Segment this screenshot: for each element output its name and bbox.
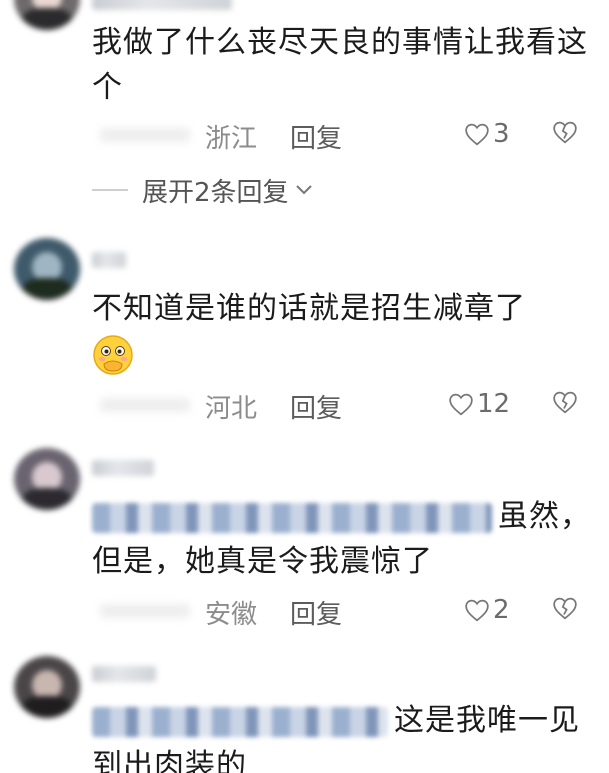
- location-label: 河北: [205, 394, 258, 424]
- timestamp-blurred: [100, 604, 190, 618]
- location-label: 浙江: [205, 124, 258, 154]
- like-count: 3: [493, 119, 510, 149]
- like-button[interactable]: 3: [464, 116, 510, 152]
- expand-replies-button[interactable]: 展开2条回复: [92, 172, 313, 208]
- avatar[interactable]: [14, 0, 80, 30]
- comment-item: 不知道是谁的话就是招生减章了 河北 回复 12: [0, 230, 609, 440]
- comment-meta: 安徽 回复 2: [92, 592, 592, 632]
- comment-list: 我做了什么丧尽天良的事情让我看这个 浙江 回复 3 展开2条回复 不知道是谁的话…: [0, 0, 609, 773]
- divider: [92, 189, 128, 191]
- avatar[interactable]: [14, 448, 80, 510]
- username-blurred[interactable]: [92, 252, 126, 268]
- comment-meta: 浙江 回复 3: [92, 116, 592, 156]
- avatar[interactable]: [14, 656, 80, 718]
- broken-heart-icon[interactable]: [552, 596, 578, 620]
- avatar[interactable]: [14, 238, 80, 300]
- comment-text: 不知道是谁的话就是招生减章了: [92, 291, 526, 326]
- reply-button[interactable]: 回复: [290, 388, 342, 425]
- heart-icon: [449, 393, 473, 416]
- like-button[interactable]: 12: [448, 386, 510, 422]
- timestamp-blurred: [100, 398, 190, 412]
- comment-item: 虽然，但是，她真是令我震惊了 安徽 回复 2: [0, 440, 609, 650]
- heart-icon: [465, 599, 489, 622]
- username-blurred[interactable]: [92, 460, 154, 476]
- comment-text: 我做了什么丧尽天良的事情让我看这个: [92, 25, 588, 105]
- like-button[interactable]: 2: [464, 592, 510, 628]
- comment-text: 这是我唯一见到出肉装的: [92, 698, 592, 773]
- heart-icon: [465, 123, 489, 146]
- face-with-hand-over-mouth-emoji: [93, 335, 133, 375]
- username-blurred[interactable]: [92, 666, 156, 682]
- mention-blurred[interactable]: [92, 706, 388, 737]
- mention-blurred[interactable]: [92, 502, 492, 533]
- broken-heart-icon[interactable]: [552, 390, 578, 414]
- expand-replies-label: 展开2条回复: [142, 177, 289, 208]
- comment-item: 这是我唯一见到出肉装的: [0, 650, 609, 773]
- username-blurred[interactable]: [92, 0, 232, 10]
- comment-text: 虽然，但是，她真是令我震惊了: [92, 494, 592, 584]
- timestamp-blurred: [100, 128, 190, 142]
- comment-meta: 河北 回复 12: [92, 386, 592, 426]
- location-label: 安徽: [205, 600, 258, 630]
- reply-button[interactable]: 回复: [290, 594, 342, 631]
- broken-heart-icon[interactable]: [552, 120, 578, 144]
- like-count: 2: [493, 595, 510, 625]
- reply-button[interactable]: 回复: [290, 118, 342, 155]
- comment-item: 我做了什么丧尽天良的事情让我看这个 浙江 回复 3 展开2条回复: [0, 0, 609, 230]
- chevron-down-icon: [295, 185, 312, 195]
- like-count: 12: [477, 389, 511, 419]
